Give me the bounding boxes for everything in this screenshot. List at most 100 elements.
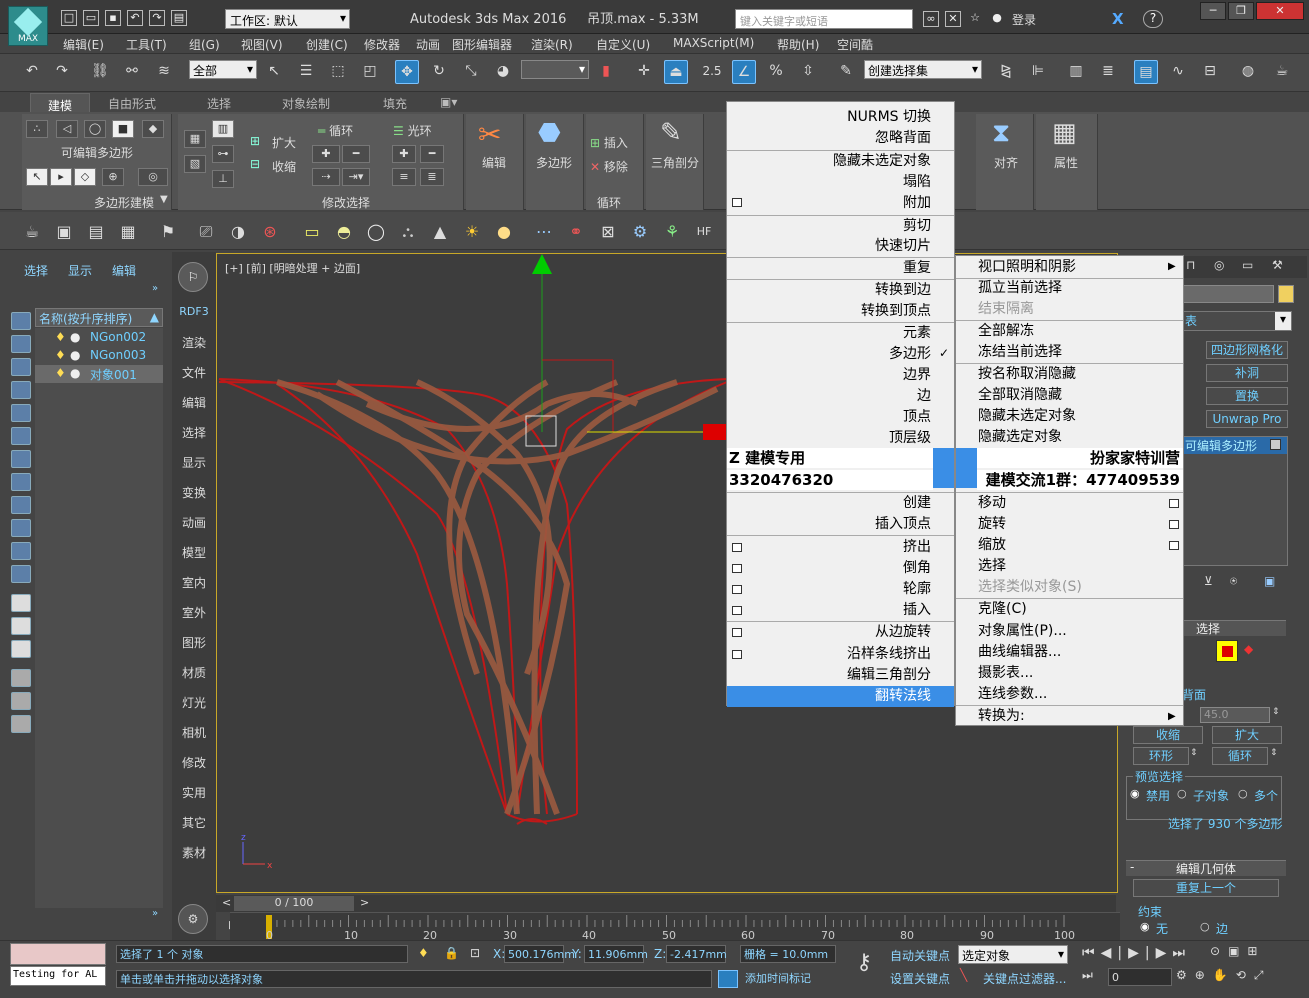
select-by-name-icon[interactable]: ☰: [294, 60, 318, 84]
select-object-icon[interactable]: ↖: [262, 60, 286, 84]
list-view-icon[interactable]: [11, 594, 31, 612]
loop-spinner-icon[interactable]: ⇕: [1270, 748, 1278, 758]
menu-item-outline[interactable]: 轮廓: [727, 579, 954, 600]
expand-label[interactable]: 扩大: [272, 134, 296, 151]
repeat-last-button[interactable]: 重复上一个: [1133, 879, 1279, 897]
sidebar-item-file[interactable]: 文件: [172, 364, 216, 381]
menu-item-viewport-lighting[interactable]: 视口照明和阴影: [956, 257, 1183, 278]
settings-gear-icon[interactable]: ⚙: [178, 904, 208, 934]
menu-item-wire-parameters[interactable]: 连线参数...: [956, 684, 1183, 705]
tab-modeling[interactable]: 建模: [30, 93, 90, 113]
rollout-selection-title[interactable]: 选择: [1196, 620, 1220, 637]
modify-mode-icon[interactable]: ↖: [26, 168, 48, 186]
angle-spinner-icon[interactable]: ⇕: [1272, 707, 1280, 717]
maxscript-input[interactable]: Testing for AL: [10, 966, 106, 986]
orbit-icon[interactable]: ⟲: [1236, 968, 1254, 982]
loop-label[interactable]: ═ 循环: [318, 122, 353, 139]
triangulate-label[interactable]: 三角剖分: [651, 154, 699, 171]
menu-item-bevel[interactable]: 倒角: [727, 558, 954, 579]
sub-obj-icon[interactable]: ▸: [50, 168, 72, 186]
ribbon-toggle-icon[interactable]: ▤: [1134, 60, 1158, 84]
quadify-mesh-button[interactable]: 四边形网格化: [1206, 341, 1288, 359]
time-config-icon[interactable]: ⚙: [1176, 968, 1195, 982]
maximize-viewport-icon[interactable]: ⤢: [1254, 968, 1272, 982]
schematic-view-icon[interactable]: ⊟: [1198, 60, 1222, 84]
ring-minus-icon[interactable]: ━: [420, 145, 444, 163]
light-bulb-icon[interactable]: ♦: [55, 366, 66, 380]
menu-item-cut[interactable]: 剪切: [727, 216, 954, 237]
menu-item-edge[interactable]: 边: [727, 386, 954, 407]
help-icon[interactable]: ?: [1143, 10, 1163, 28]
filter-bones-icon[interactable]: [11, 496, 31, 514]
render-table-icon[interactable]: ▦: [116, 220, 140, 244]
pivot-icon[interactable]: ▮: [594, 60, 618, 84]
tab-object-paint[interactable]: 对象绘制: [282, 95, 330, 112]
modify-selection-label[interactable]: 修改选择: [322, 194, 370, 211]
key-mode-icon[interactable]: ⏭: [1082, 968, 1093, 983]
sidebar-item-display[interactable]: 显示: [172, 454, 216, 471]
menu-help[interactable]: 帮助(H): [777, 36, 819, 53]
zoom-icon[interactable]: ⊕: [1195, 968, 1213, 982]
project-icon[interactable]: ▤: [171, 10, 187, 26]
angle-snap-icon[interactable]: ∠: [732, 60, 756, 84]
zoom-all-icon[interactable]: ⊙: [1210, 944, 1228, 958]
menu-item-polygon[interactable]: 多边形: [727, 344, 954, 365]
menu-animation[interactable]: 动画: [416, 36, 440, 53]
grass-icon[interactable]: ⚘: [660, 220, 684, 244]
minimize-button[interactable]: ─: [1200, 2, 1226, 20]
light-bulb-icon[interactable]: ♦: [55, 348, 66, 362]
displace-button[interactable]: 置换: [1206, 387, 1288, 405]
unlink-icon[interactable]: ⚯: [120, 60, 144, 84]
radio-multi[interactable]: ○: [1238, 787, 1248, 800]
menu-item-convert-to-vertex[interactable]: 转换到顶点: [727, 301, 954, 322]
next-key-icon[interactable]: |▶: [1145, 945, 1172, 961]
zoom-extents-icon[interactable]: ▣: [1228, 944, 1247, 958]
plane-light-icon[interactable]: ▭: [300, 220, 324, 244]
menu-item-repeat[interactable]: 重复: [727, 258, 954, 279]
rollout-collapse-icon[interactable]: -: [1130, 860, 1134, 874]
ring-shift-icon[interactable]: ≡: [392, 168, 416, 186]
fur-icon[interactable]: ⚭: [564, 220, 588, 244]
teapot-icon[interactable]: ☕: [20, 220, 44, 244]
time-tag-icon[interactable]: [718, 970, 738, 988]
menu-item-select[interactable]: 选择: [956, 556, 1183, 577]
sidebar-item-animation[interactable]: 动画: [172, 514, 216, 531]
menu-item-unfreeze-all[interactable]: 全部解冻: [956, 321, 1183, 342]
filter-frozen-icon[interactable]: [11, 542, 31, 560]
menu-item-unhide-all[interactable]: 全部取消隐藏: [956, 385, 1183, 406]
menu-item-ignore-backfacing[interactable]: 忽略背面: [727, 128, 954, 149]
sidebar-item-transform[interactable]: 变换: [172, 484, 216, 501]
sun-icon[interactable]: ☀: [460, 220, 484, 244]
sidebar-item-model[interactable]: 模型: [172, 544, 216, 561]
search-input[interactable]: 键入关键字或短语: [735, 9, 913, 29]
current-frame-input[interactable]: 0: [1108, 968, 1172, 986]
align-label[interactable]: 对齐: [994, 154, 1018, 171]
material-editor-icon[interactable]: ◍: [1236, 60, 1260, 84]
material-ball-icon[interactable]: ◑: [226, 220, 250, 244]
menu-item-insert-vertex[interactable]: 插入顶点: [727, 514, 954, 535]
rdf-logo-icon[interactable]: ⚐: [178, 262, 208, 292]
menu-item-unhide-by-name[interactable]: 按名称取消隐藏: [956, 364, 1183, 385]
prev-frame-icon[interactable]: <: [222, 896, 231, 909]
tab-populate[interactable]: 填充: [383, 95, 407, 112]
menu-item-inset[interactable]: 插入: [727, 600, 954, 621]
hair-icon[interactable]: HF: [692, 220, 716, 244]
tab-selection[interactable]: 选择: [207, 95, 231, 112]
filter-lights-icon[interactable]: [11, 358, 31, 376]
coord-z-input[interactable]: -2.417mm: [666, 945, 727, 963]
loop-shift-down-icon[interactable]: ⇥▾: [342, 168, 370, 186]
sidebar-item-select[interactable]: 选择: [172, 424, 216, 441]
ring-label[interactable]: ☰ 光环: [393, 122, 432, 139]
redo-icon[interactable]: ↷: [149, 10, 165, 26]
utilities-tab-icon[interactable]: ⚒: [1272, 258, 1283, 272]
layer-manager-icon[interactable]: ≣: [1096, 60, 1120, 84]
filter-xrefs-icon[interactable]: [11, 473, 31, 491]
menu-create[interactable]: 创建(C): [306, 36, 348, 53]
manipulate-icon[interactable]: ✛: [632, 60, 656, 84]
menu-item-move[interactable]: 移动: [956, 493, 1183, 514]
move-icon[interactable]: ✥: [395, 60, 419, 84]
sidebar-item-edit[interactable]: 编辑: [172, 394, 216, 411]
radio-off[interactable]: ◉: [1130, 787, 1140, 800]
coord-x-input[interactable]: 500.176mm: [504, 945, 575, 963]
grow-icon[interactable]: ▦: [184, 130, 206, 148]
